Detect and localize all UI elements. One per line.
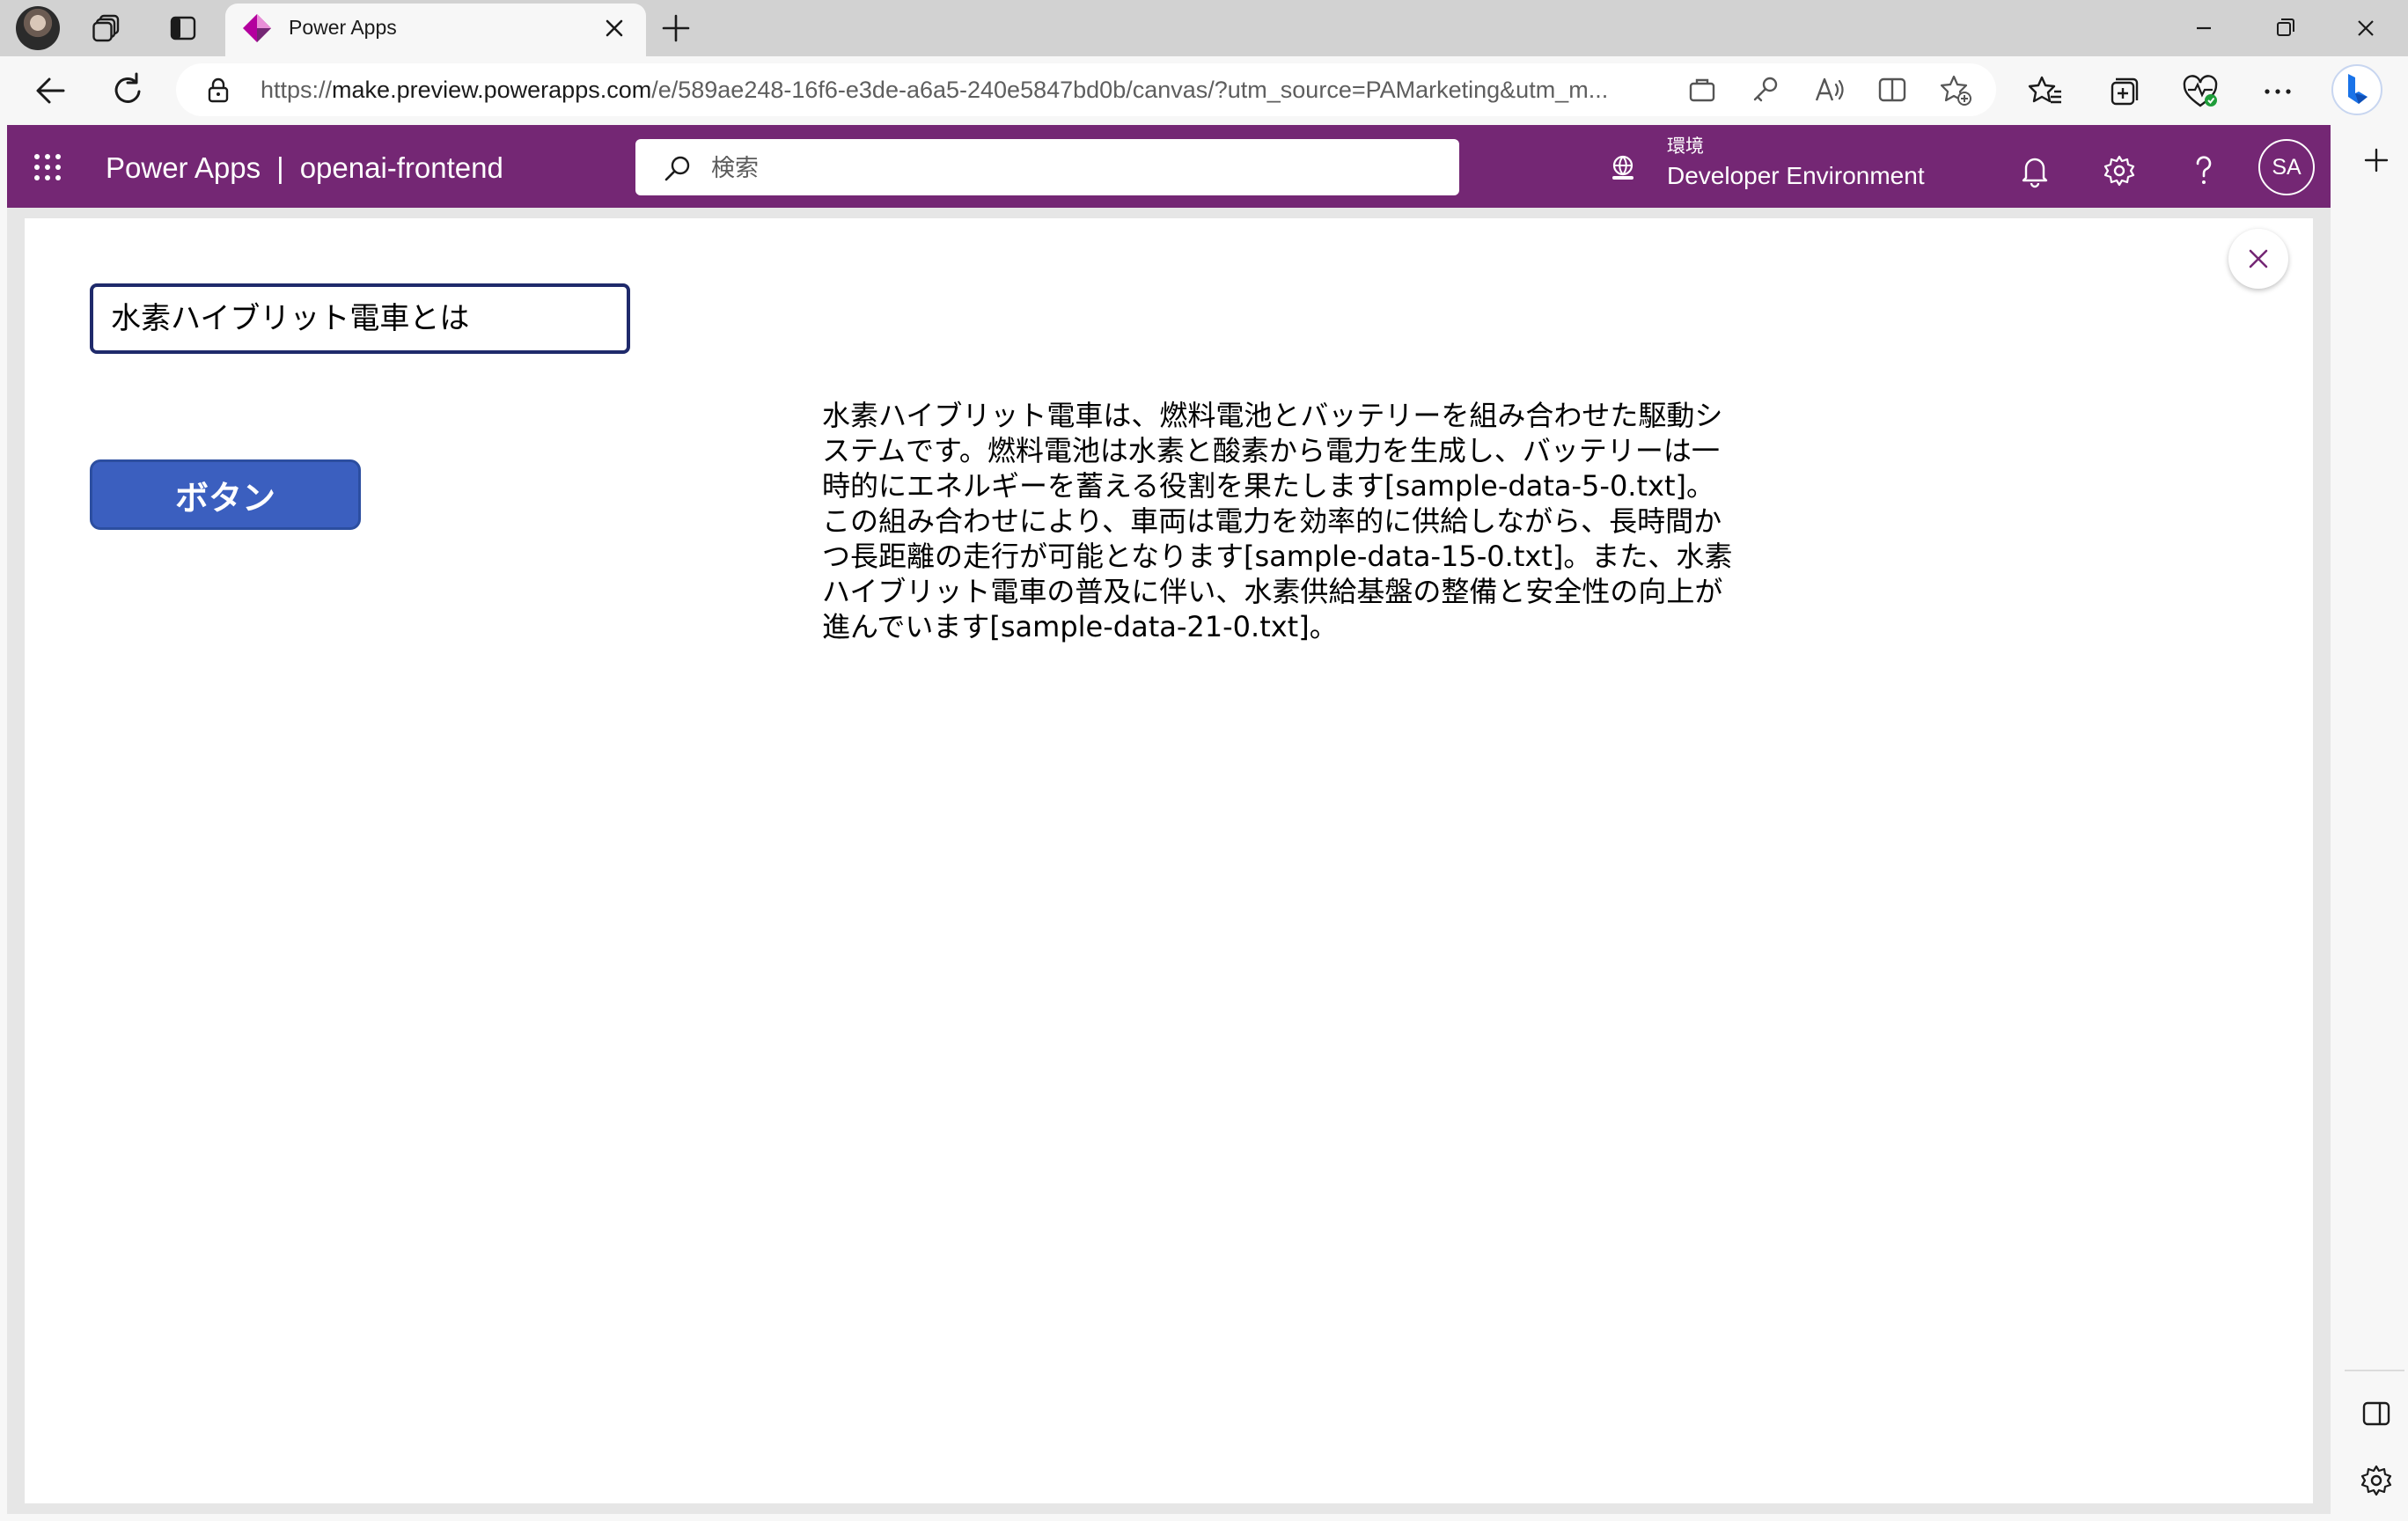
search-icon (662, 153, 694, 185)
gear-icon[interactable] (2098, 150, 2140, 192)
vertical-tabs-icon[interactable] (162, 7, 204, 49)
key-icon[interactable] (1748, 72, 1783, 107)
title-separator: | (276, 151, 284, 184)
tab-title: Power Apps (289, 16, 397, 39)
close-icon (2249, 249, 2268, 268)
minimize-icon[interactable] (2183, 11, 2225, 46)
new-tab-icon[interactable] (658, 11, 694, 46)
refresh-icon[interactable] (106, 69, 150, 113)
read-aloud-icon[interactable] (1811, 72, 1846, 107)
search-box[interactable] (635, 139, 1459, 195)
profile-avatar-icon[interactable] (16, 6, 60, 50)
back-arrow-icon[interactable] (28, 69, 72, 113)
hide-sidebar-icon[interactable] (2353, 1392, 2399, 1435)
more-icon[interactable] (2257, 70, 2299, 113)
environment-icon[interactable] (1607, 151, 1639, 183)
split-screen-icon[interactable] (1875, 72, 1910, 107)
environment-name[interactable]: Developer Environment (1667, 160, 1925, 192)
url-path: /e/589ae248-16f6-e3de-a6a5-240e5847bd0b/… (651, 77, 1609, 103)
close-preview-button[interactable] (2228, 229, 2288, 289)
bell-icon[interactable] (2014, 150, 2056, 192)
browser-essentials-icon[interactable] (2179, 70, 2221, 113)
app-title: Power Apps | openai-frontend (106, 148, 503, 188)
url-scheme: https:// (261, 77, 333, 103)
waffle-icon[interactable] (26, 146, 69, 188)
favorites-icon[interactable] (2024, 70, 2067, 113)
sidebar-divider (2345, 1370, 2404, 1371)
submit-button[interactable]: ボタン (90, 459, 361, 530)
sidebar-settings-icon[interactable] (2353, 1458, 2399, 1503)
help-icon[interactable] (2183, 150, 2225, 192)
window-close-icon[interactable] (2345, 11, 2387, 46)
user-avatar[interactable]: SA (2258, 139, 2315, 195)
product-name[interactable]: Power Apps (106, 151, 261, 184)
power-apps-diamond-icon (241, 12, 273, 44)
url-text[interactable]: https://make.preview.powerapps.com/e/589… (261, 76, 1669, 104)
app-name: openai-frontend (299, 151, 503, 184)
collections-icon[interactable] (2102, 70, 2144, 113)
answer-label: 水素ハイブリット電車は、燃料電池とバッテリーを組み合わせた駆動システムです。燃料… (822, 399, 1733, 643)
tab-close-icon[interactable] (598, 12, 630, 44)
question-text-input[interactable]: 水素ハイブリット電車とは (90, 283, 630, 354)
app-available-icon[interactable] (1685, 72, 1720, 107)
sidebar-add-icon[interactable] (2352, 143, 2401, 178)
restore-icon[interactable] (2264, 11, 2306, 46)
add-favorite-icon[interactable] (1938, 72, 1973, 107)
edge-sidebar (2341, 123, 2408, 1521)
url-host: make.preview.powerapps.com (332, 77, 652, 103)
lock-icon[interactable] (204, 76, 232, 104)
search-placeholder[interactable]: 検索 (711, 155, 759, 183)
workspaces-icon[interactable] (86, 7, 128, 49)
environment-label: 環境 (1667, 136, 1704, 157)
copilot-icon[interactable] (2329, 62, 2385, 118)
